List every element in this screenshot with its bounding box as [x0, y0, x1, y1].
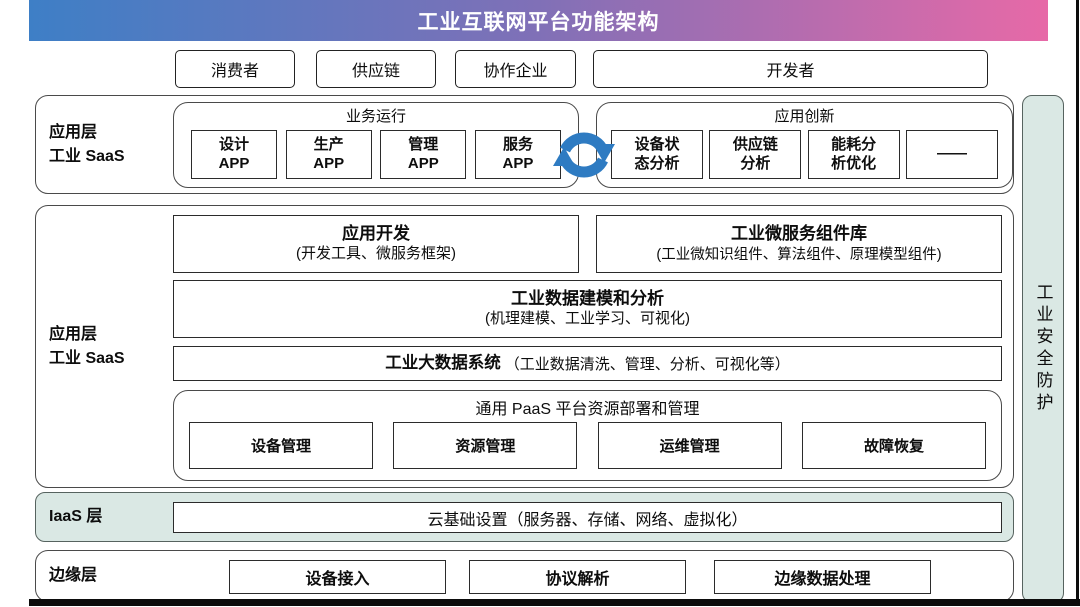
paas-box-label: 设备管理 [251, 435, 311, 456]
actor-box-consumer: 消费者 [175, 50, 295, 88]
big-data-system-title: 工业大数据系统 [385, 354, 501, 374]
app-development-subtitle: (开发工具、微服务框架) [296, 245, 456, 264]
iaas-layer-label-text: IaaS 层 [49, 505, 102, 528]
platform-layer-container: 应用层 工业 SaaS 应用开发 (开发工具、微服务框架) 工业微服务组件库 (… [35, 205, 1014, 488]
industrial-internet-architecture-diagram: 工业互联网平台功能架构 消费者 供应链 协作企业 开发者 应用层 工业 SaaS… [0, 0, 1080, 607]
data-modeling-title: 工业数据建模和分析 [511, 289, 664, 309]
edge-box-label: 协议解析 [545, 565, 609, 589]
innovation-box-device-status: 设备状 态分析 [611, 130, 703, 179]
application-innovation-group-title: 应用创新 [597, 105, 1012, 126]
paas-box-label: 运维管理 [660, 435, 720, 456]
edge-box-protocol-parsing: 协议解析 [469, 560, 686, 594]
data-modeling-box: 工业数据建模和分析 (机理建模、工业学习、可视化) [173, 280, 1002, 338]
page-title: 工业互联网平台功能架构 [418, 6, 660, 36]
cloud-infrastructure-label: 云基础设置（服务器、存储、网络、虚拟化） [427, 506, 747, 530]
innovation-box-line2: 分析 [740, 155, 770, 174]
actor-box-partner-enterprise: 协作企业 [455, 50, 576, 88]
edge-box-label: 设备接入 [305, 565, 369, 589]
paas-resource-group-title: 通用 PaaS 平台资源部署和管理 [174, 395, 1001, 419]
security-protection-bar: 工业安全防护 [1022, 95, 1064, 603]
innovation-box-supply-chain-analysis: 供应链 分析 [709, 130, 801, 179]
platform-layer-label-line1: 应用层 [49, 323, 125, 346]
paas-box-row: 设备管理 资源管理 运维管理 故障恢复 [189, 422, 986, 469]
app-box-line1: 服务 [503, 136, 533, 155]
innovation-box-line1: 供应链 [733, 136, 778, 155]
innovation-box-line1: 设备状 [634, 136, 679, 155]
microservice-library-subtitle: (工业微知识组件、算法组件、原理模型组件) [656, 246, 941, 264]
paas-resource-group: 通用 PaaS 平台资源部署和管理 设备管理 资源管理 运维管理 故障恢复 [173, 390, 1002, 481]
big-data-system-box: 工业大数据系统 （工业数据清洗、管理、分析、可视化等） [173, 346, 1002, 381]
edge-layer-label-text: 边缘层 [49, 564, 97, 587]
title-banner: 工业互联网平台功能架构 [29, 0, 1048, 41]
right-frame-line [1076, 0, 1079, 601]
paas-box-fault-recovery: 故障恢复 [802, 422, 986, 469]
actor-label: 消费者 [211, 57, 259, 81]
paas-box-device-management: 设备管理 [189, 422, 373, 469]
saas-layer-label-line2: 工业 SaaS [49, 145, 125, 168]
microservice-library-title: 工业微服务组件库 [731, 224, 867, 244]
innovation-box-line1: —— [937, 145, 967, 164]
saas-layer-label: 应用层 工业 SaaS [49, 96, 125, 193]
app-box-service: 服务 APP [475, 130, 561, 179]
application-innovation-group: 应用创新 设备状 态分析 供应链 分析 能耗分 析优化 —— [596, 102, 1013, 188]
app-box-management: 管理 APP [380, 130, 466, 179]
microservice-library-box: 工业微服务组件库 (工业微知识组件、算法组件、原理模型组件) [596, 215, 1002, 273]
app-box-line2: APP [219, 155, 250, 174]
paas-box-label: 故障恢复 [864, 435, 924, 456]
actor-label: 供应链 [352, 57, 400, 81]
app-box-line2: APP [408, 155, 439, 174]
saas-layer-container: 应用层 工业 SaaS 业务运行 设计 APP 生产 APP 管理 APP [35, 95, 1014, 194]
edge-box-device-access: 设备接入 [229, 560, 446, 594]
iaas-layer-label: IaaS 层 [49, 493, 102, 541]
app-development-title: 应用开发 [342, 224, 410, 244]
app-box-line1: 生产 [314, 136, 344, 155]
platform-layer-label-line2: 工业 SaaS [49, 347, 125, 370]
sync-arrows-icon [552, 123, 616, 187]
edge-box-label: 边缘数据处理 [774, 565, 870, 589]
paas-box-resource-management: 资源管理 [393, 422, 577, 469]
app-box-line1: 管理 [408, 136, 438, 155]
business-operation-group-title: 业务运行 [174, 105, 578, 126]
edge-layer-label: 边缘层 [49, 551, 97, 601]
app-box-line1: 设计 [219, 136, 249, 155]
app-box-line2: APP [313, 155, 344, 174]
security-protection-label: 工业安全防护 [1031, 283, 1056, 415]
data-modeling-subtitle: (机理建模、工业学习、可视化) [485, 310, 690, 329]
business-app-row: 设计 APP 生产 APP 管理 APP 服务 APP [191, 130, 561, 179]
app-development-box: 应用开发 (开发工具、微服务框架) [173, 215, 579, 273]
innovation-box-energy-optimization: 能耗分 析优化 [808, 130, 900, 179]
bottom-frame-line [29, 599, 1080, 606]
edge-layer-container: 边缘层 设备接入 协议解析 边缘数据处理 [35, 550, 1014, 602]
innovation-box-line1: 能耗分 [831, 136, 876, 155]
actor-box-developer: 开发者 [593, 50, 988, 88]
actor-label: 协作企业 [483, 57, 547, 81]
app-box-production: 生产 APP [286, 130, 372, 179]
app-box-line2: APP [503, 155, 534, 174]
paas-box-label: 资源管理 [455, 435, 515, 456]
actor-box-supply-chain: 供应链 [316, 50, 436, 88]
app-box-design: 设计 APP [191, 130, 277, 179]
big-data-system-subtitle: （工业数据清洗、管理、分析、可视化等） [505, 353, 790, 374]
paas-box-ops-management: 运维管理 [598, 422, 782, 469]
innovation-box-line2: 态分析 [634, 155, 679, 174]
iaas-layer-container: IaaS 层 云基础设置（服务器、存储、网络、虚拟化） [35, 492, 1014, 542]
saas-layer-label-line1: 应用层 [49, 121, 125, 144]
business-operation-group: 业务运行 设计 APP 生产 APP 管理 APP 服务 APP [173, 102, 579, 188]
innovation-box-line2: 析优化 [831, 155, 876, 174]
platform-layer-label: 应用层 工业 SaaS [49, 206, 125, 487]
cloud-infrastructure-box: 云基础设置（服务器、存储、网络、虚拟化） [173, 502, 1002, 533]
actor-label: 开发者 [766, 57, 814, 81]
innovation-item-row: 设备状 态分析 供应链 分析 能耗分 析优化 —— [611, 130, 998, 179]
innovation-box-placeholder: —— [906, 130, 998, 179]
edge-box-edge-data-processing: 边缘数据处理 [714, 560, 931, 594]
